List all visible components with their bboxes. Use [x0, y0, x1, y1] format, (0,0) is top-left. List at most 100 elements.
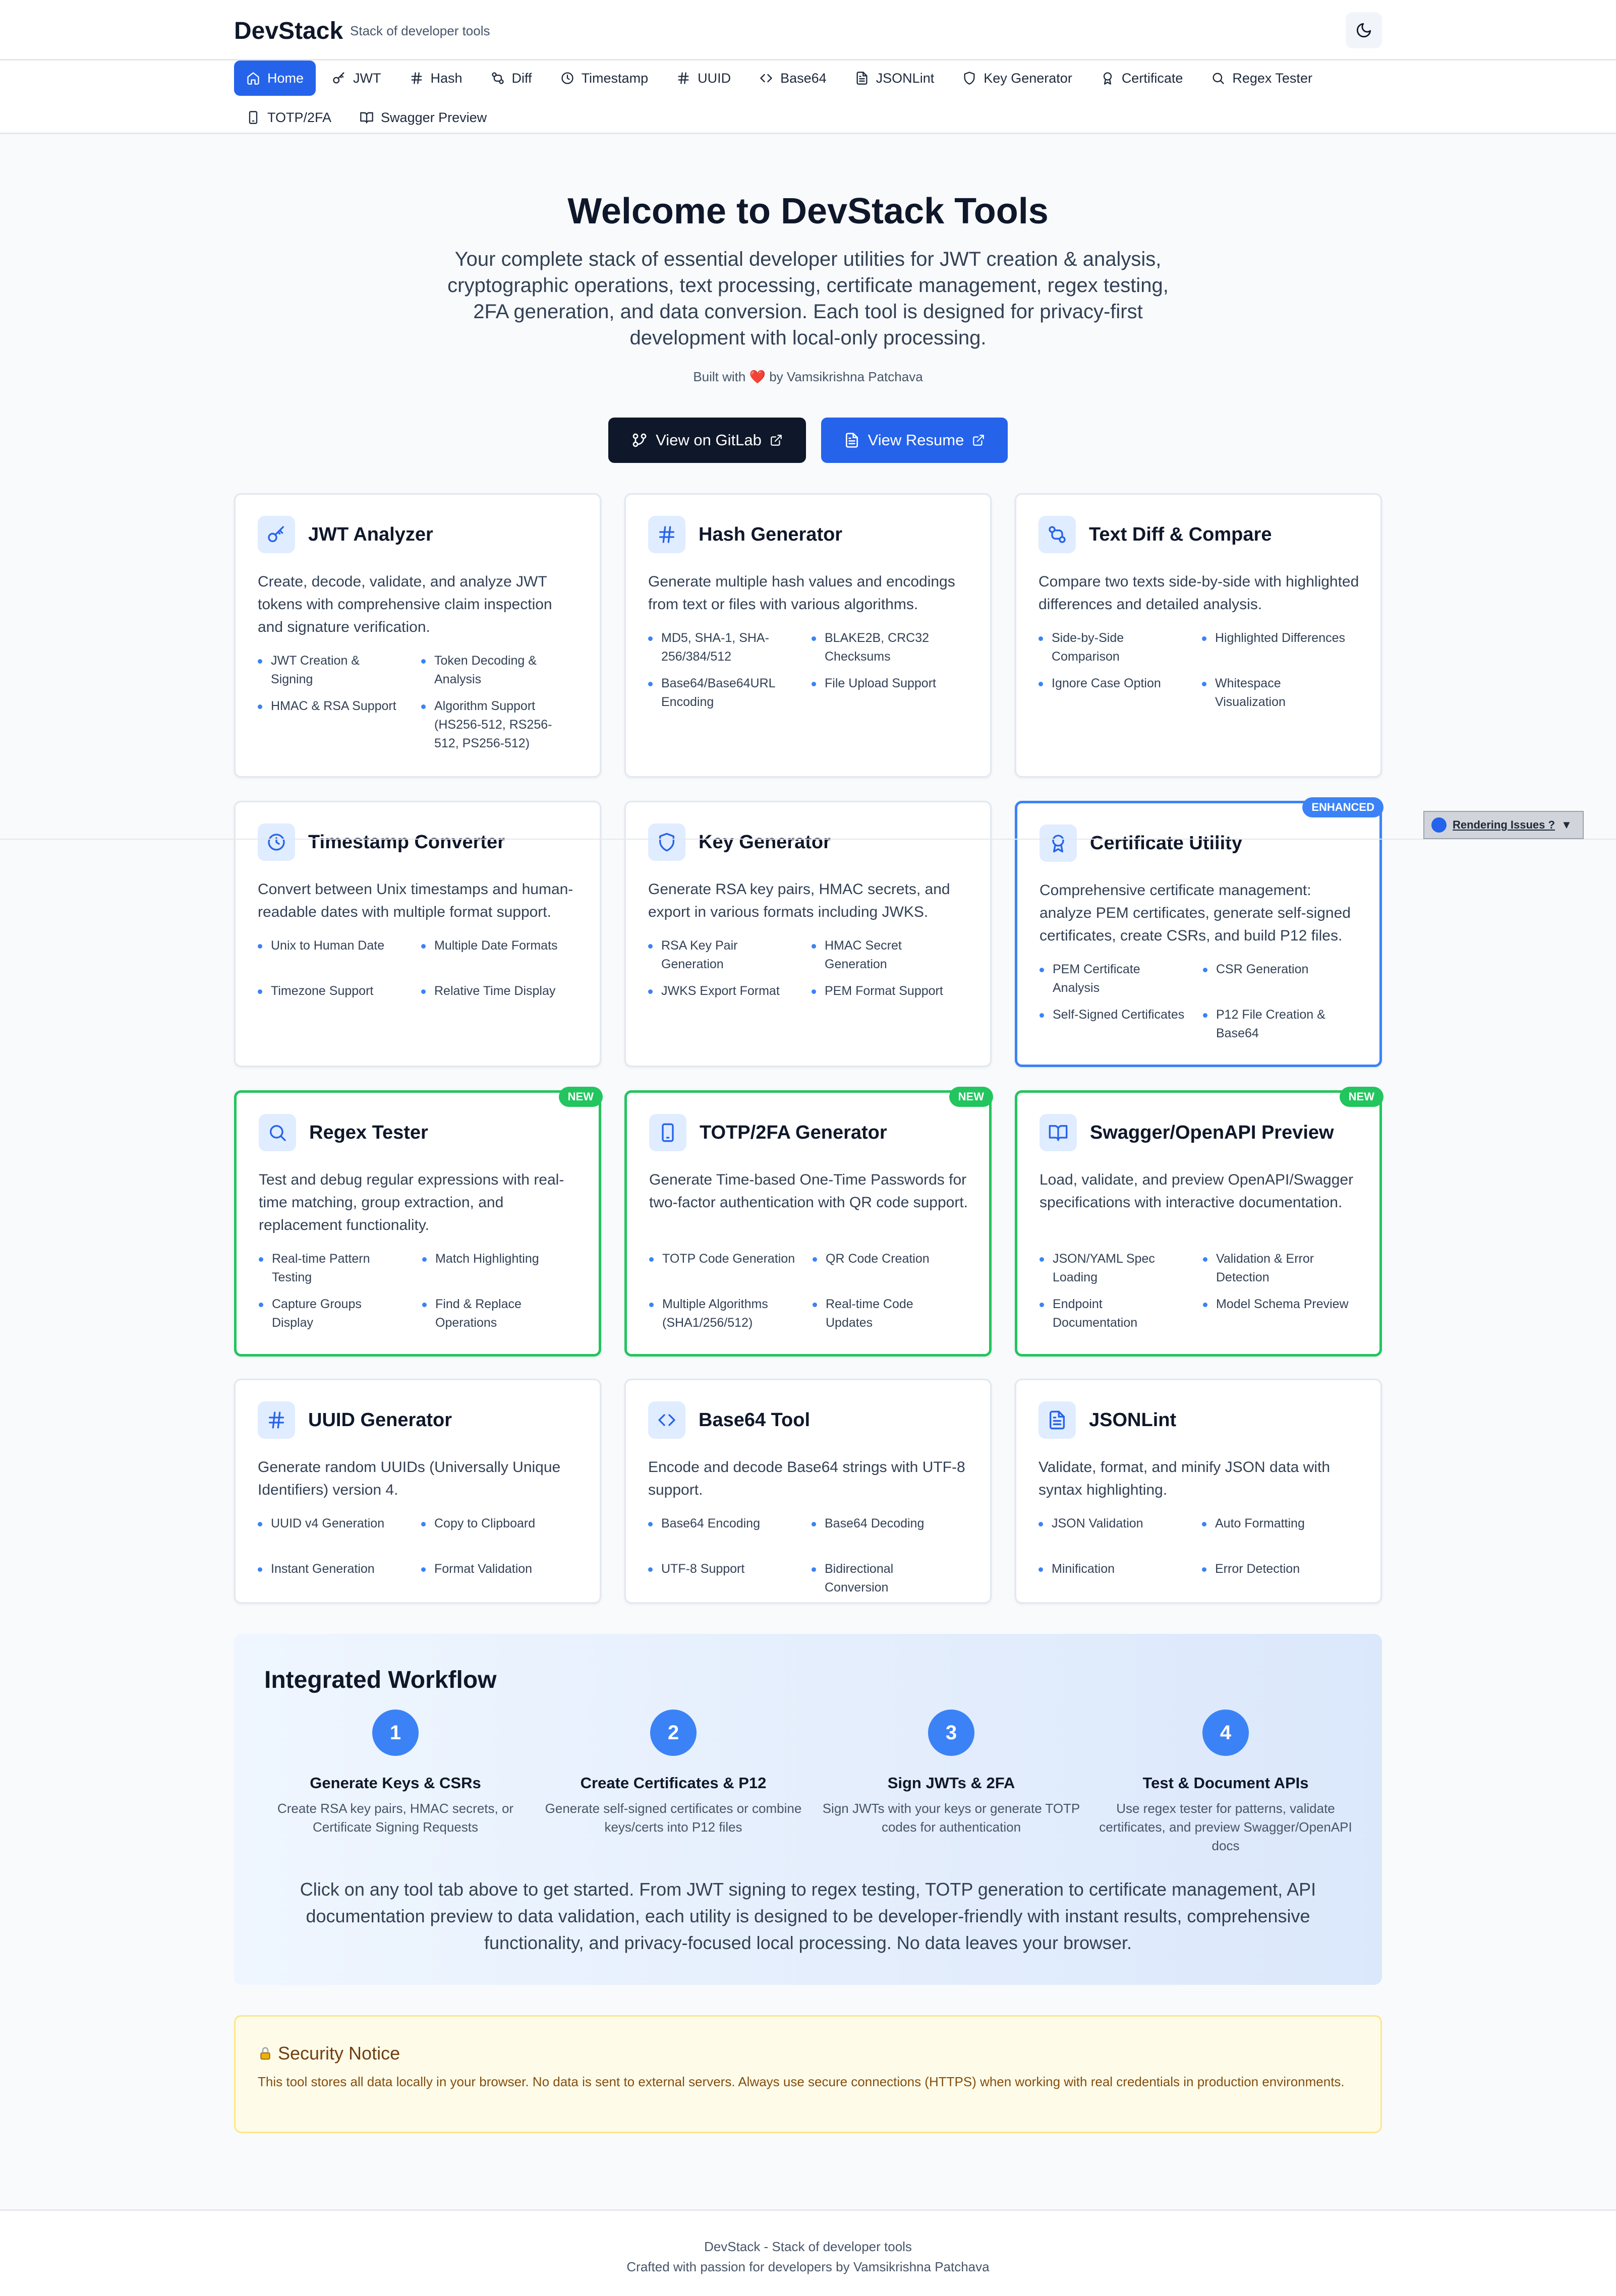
tab-key-generator[interactable]: Key Generator [950, 61, 1084, 96]
theme-toggle-button[interactable] [1346, 12, 1382, 48]
home-icon [246, 71, 260, 85]
lock-icon [258, 2046, 273, 2061]
feature-item: JWKS Export Format [648, 982, 794, 1000]
feature-item: MD5, SHA-1, SHA-256/384/512 [648, 629, 794, 666]
tab-label: JWT [353, 70, 381, 86]
hero-description: Your complete stack of essential develop… [447, 248, 1169, 349]
feature-item: Real-time Code Updates [813, 1295, 959, 1332]
page-title: Welcome to DevStack Tools [567, 191, 1049, 231]
rendering-issues-widget[interactable]: Rendering Issues ? ▼ [1423, 811, 1584, 839]
feature-item: Instant Generation [258, 1560, 404, 1578]
tool-tabs-nav: Home JWT Hash Diff Timestamp UUID Base64 [0, 61, 1616, 134]
workflow-step: 1 Generate Keys & CSRs Create RSA key pa… [264, 1710, 527, 1837]
tab-home[interactable]: Home [234, 61, 316, 96]
brand-logo[interactable]: DevStack [234, 17, 343, 45]
smartphone-icon [246, 110, 260, 125]
code-icon [759, 71, 773, 85]
tool-card[interactable]: Base64 Tool Encode and decode Base64 stri… [624, 1379, 992, 1604]
feature-item: TOTP Code Generation [649, 1250, 795, 1268]
book-open-icon [1040, 1114, 1077, 1151]
workflow-step: 4 Test & Document APIs Use regex tester … [1094, 1710, 1357, 1855]
step-description: Use regex tester for patterns, validate … [1099, 1801, 1352, 1853]
shield-icon [648, 823, 685, 861]
tab-regex-tester[interactable]: Regex Tester [1199, 61, 1324, 96]
step-number: 3 [928, 1710, 974, 1756]
key-icon [258, 516, 295, 553]
tab-label: Regex Tester [1232, 70, 1312, 86]
workflow-step: 3 Sign JWTs & 2FA Sign JWTs with your ke… [820, 1710, 1082, 1837]
view-resume-button[interactable]: View Resume [821, 418, 1008, 463]
feature-item: Highlighted Differences [1202, 629, 1348, 647]
card-title: TOTP/2FA Generator [700, 1122, 887, 1143]
view-gitlab-button[interactable]: View on GitLab [608, 418, 806, 463]
step-title: Sign JWTs & 2FA [887, 1774, 1015, 1792]
feature-item: HMAC & RSA Support [258, 697, 404, 716]
card-title: Regex Tester [309, 1122, 428, 1143]
feature-item: Self-Signed Certificates [1040, 1006, 1186, 1024]
file-text-icon [1038, 1401, 1076, 1439]
tab-base64[interactable]: Base64 [747, 61, 839, 96]
tool-card[interactable]: Certificate Utility Comprehensive certifi… [1015, 797, 1383, 1067]
card-title: Text Diff & Compare [1089, 524, 1272, 545]
card-description: Convert between Unix timestamps and huma… [258, 881, 573, 920]
integrated-workflow-section: Integrated Workflow 1 Generate Keys & CS… [234, 1634, 1382, 1985]
diff-icon [1038, 516, 1076, 553]
overlay-divider [0, 839, 1616, 840]
book-open-icon [360, 110, 374, 125]
tool-card[interactable]: Regex Tester Test and debug regular expre… [234, 1087, 603, 1357]
card-description: Test and debug regular expressions with … [259, 1171, 564, 1233]
page-footer: DevStack - Stack of developer tools Craf… [0, 2209, 1616, 2296]
tab-label: JSONLint [876, 70, 935, 86]
tool-card[interactable]: Key Generator Generate RSA key pairs, HMA… [624, 801, 992, 1067]
feature-item: JWT Creation & Signing [258, 652, 404, 689]
tab-hash[interactable]: Hash [397, 61, 475, 96]
gitlab-button-label: View on GitLab [656, 431, 762, 449]
tab-label: Swagger Preview [381, 109, 487, 125]
tab-jsonlint[interactable]: JSONLint [843, 61, 947, 96]
card-description: Generate Time-based One-Time Passwords f… [649, 1171, 968, 1211]
security-title-row: Security Notice [258, 2043, 400, 2064]
search-icon [1211, 71, 1225, 85]
tab-diff[interactable]: Diff [479, 61, 544, 96]
feature-item: Format Validation [421, 1560, 567, 1578]
card-title: Base64 Tool [699, 1409, 811, 1431]
smartphone-icon [649, 1114, 686, 1151]
feature-item: JSON/YAML Spec Loading [1040, 1250, 1186, 1287]
feature-item: Real-time Pattern Testing [259, 1250, 405, 1287]
workflow-title: Integrated Workflow [264, 1667, 497, 1693]
feature-item: File Upload Support [812, 674, 958, 693]
security-title: Security Notice [278, 2043, 400, 2064]
tab-timestamp[interactable]: Timestamp [548, 61, 661, 96]
tool-card[interactable]: JSONLint Validate, format, and minify JSO… [1015, 1379, 1382, 1604]
built-with-credit: Built with ❤️ by Vamsikrishna Patchava [0, 369, 1616, 385]
feature-item: Base64 Decoding [812, 1514, 958, 1533]
feature-item: Unix to Human Date [258, 936, 404, 955]
key-icon [332, 71, 346, 85]
tool-card[interactable]: JWT Analyzer Create, decode, validate, an… [234, 493, 601, 778]
tool-card[interactable]: UUID Generator Generate random UUIDs (Uni… [234, 1379, 601, 1604]
tool-card[interactable]: TOTP/2FA Generator Generate Time-based On… [624, 1087, 993, 1357]
hash-icon [410, 71, 424, 85]
card-title: Certificate Utility [1090, 833, 1242, 854]
brand-tagline: Stack of developer tools [350, 23, 490, 38]
step-title: Create Certificates & P12 [580, 1774, 767, 1792]
caret-down-icon: ▼ [1561, 818, 1572, 831]
new-badge: NEW [1339, 1087, 1383, 1107]
tool-card[interactable]: Hash Generator Generate multiple hash val… [624, 493, 992, 778]
tab-certificate[interactable]: Certificate [1088, 61, 1195, 96]
tool-card[interactable]: Swagger/OpenAPI Preview Load, validate, a… [1015, 1087, 1383, 1357]
feature-item: Multiple Date Formats [421, 936, 567, 955]
award-icon [1040, 825, 1077, 862]
card-title: Hash Generator [699, 524, 843, 545]
tool-card[interactable]: Timestamp Converter Convert between Unix … [234, 801, 601, 1067]
external-link-icon [770, 434, 783, 447]
feature-item: Side-by-Side Comparison [1038, 629, 1185, 666]
moon-icon [1355, 22, 1372, 39]
tab-swagger-preview[interactable]: Swagger Preview [348, 100, 499, 135]
tool-card[interactable]: Text Diff & Compare Compare two texts sid… [1015, 493, 1382, 778]
tab-uuid[interactable]: UUID [664, 61, 743, 96]
tab-totp[interactable]: TOTP/2FA [234, 100, 343, 135]
feature-item: QR Code Creation [813, 1250, 959, 1268]
tab-jwt[interactable]: JWT [320, 61, 393, 96]
feature-item: Endpoint Documentation [1040, 1295, 1186, 1332]
